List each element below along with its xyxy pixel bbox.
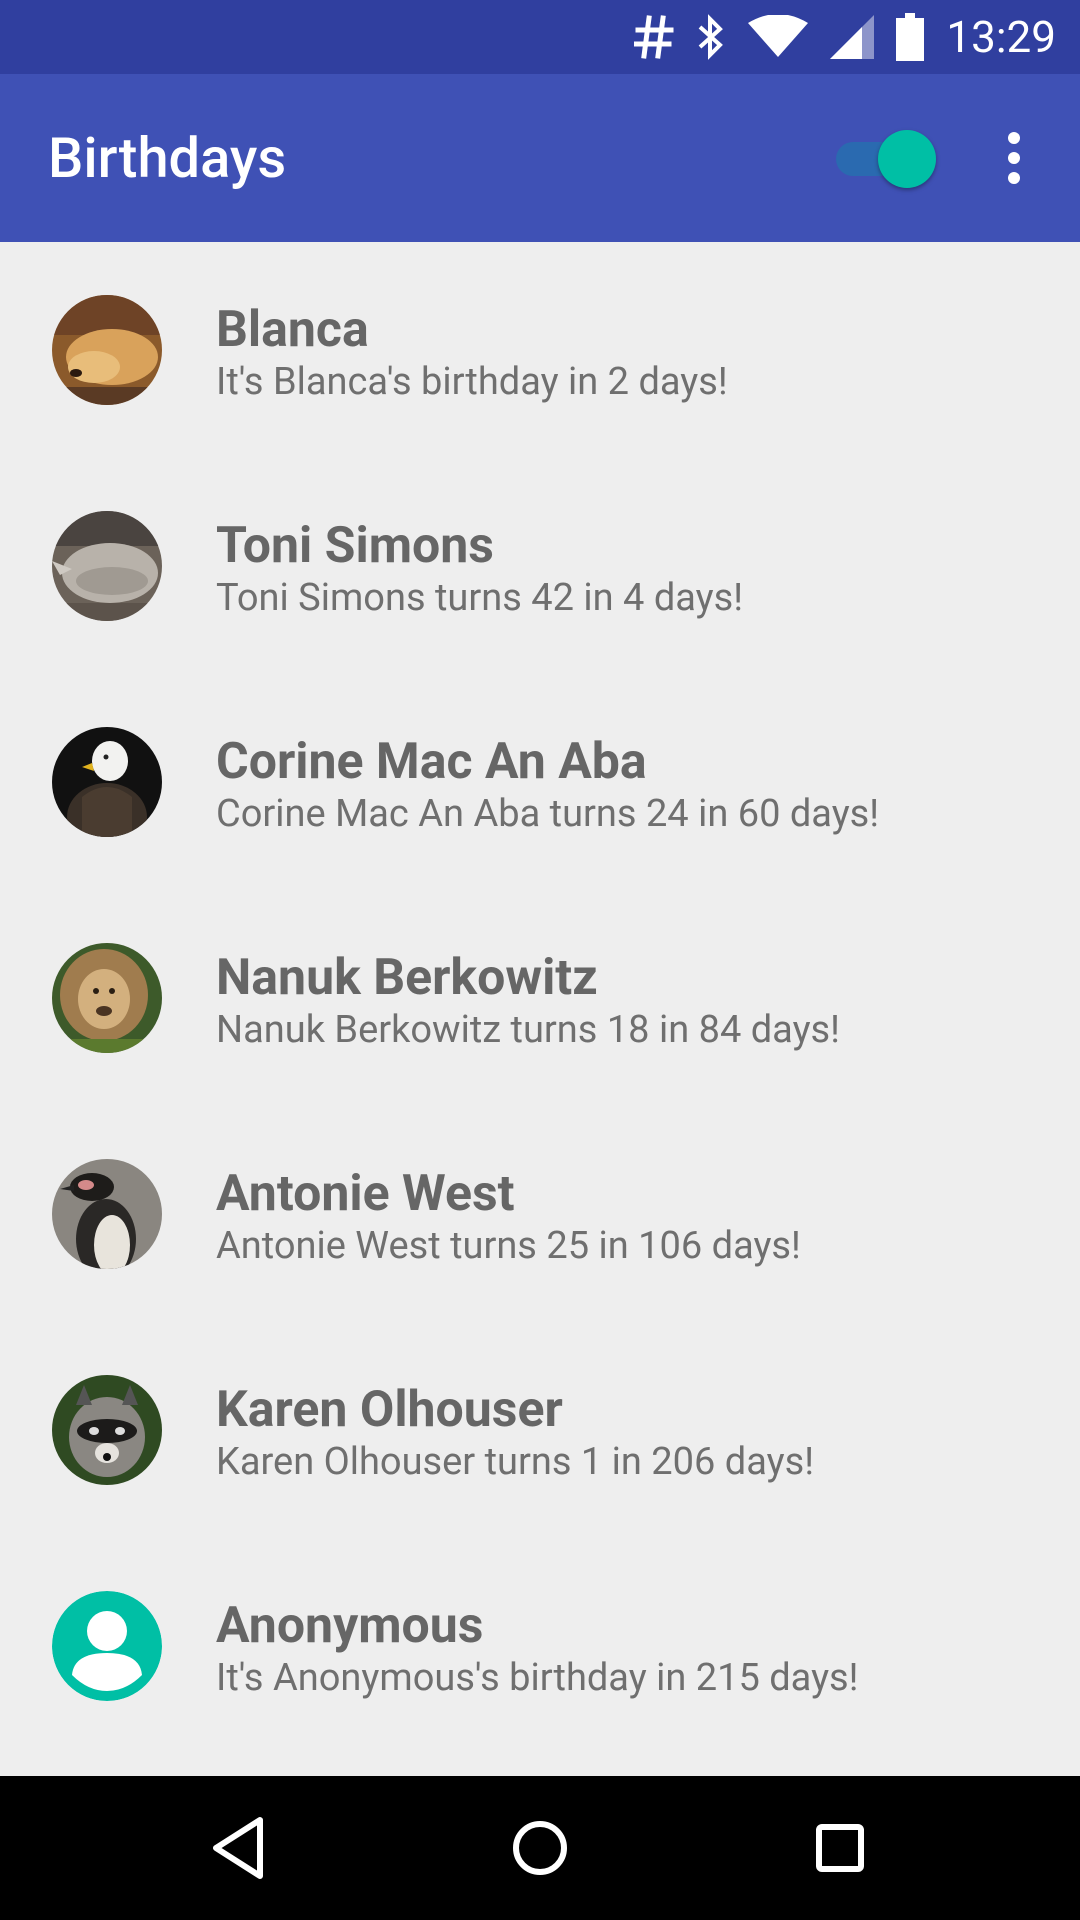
- more-vert-icon[interactable]: [996, 130, 1032, 186]
- raccoon-photo: [52, 1375, 162, 1485]
- app-bar: Birthdays: [0, 74, 1080, 242]
- birthday-message: It's Anonymous's birthday in 215 days!: [216, 1656, 859, 1700]
- avatar: [52, 1375, 162, 1485]
- list-item[interactable]: Toni Simons Toni Simons turns 42 in 4 da…: [0, 458, 1080, 674]
- cell-signal-icon: [830, 15, 875, 59]
- list-item[interactable]: Blanca It's Blanca's birthday in 2 days!: [0, 242, 1080, 458]
- rhino-photo: [52, 511, 162, 621]
- avatar: [52, 295, 162, 405]
- penguin-photo: [52, 1159, 162, 1269]
- status-bar: 13:29: [0, 0, 1080, 74]
- birthday-message: Corine Mac An Aba turns 24 in 60 days!: [216, 792, 880, 836]
- birthday-message: Nanuk Berkowitz turns 18 in 84 days!: [216, 1008, 840, 1052]
- avatar: [52, 727, 162, 837]
- list-item[interactable]: Anonymous It's Anonymous's birthday in 2…: [0, 1538, 1080, 1754]
- bluetooth-icon: [696, 14, 726, 60]
- master-switch[interactable]: [832, 128, 936, 188]
- switch-thumb: [878, 130, 936, 188]
- avatar: [52, 1159, 162, 1269]
- list-item[interactable]: Antonie West Antonie West turns 25 in 10…: [0, 1106, 1080, 1322]
- person-name: Nanuk Berkowitz: [216, 949, 598, 1007]
- recents-icon[interactable]: [804, 1812, 876, 1884]
- person-name: Karen Olhouser: [216, 1381, 563, 1439]
- hash-icon: [634, 14, 674, 60]
- avatar: [52, 1591, 162, 1701]
- list-item[interactable]: Karen Olhouser Karen Olhouser turns 1 in…: [0, 1322, 1080, 1538]
- wifi-icon: [748, 15, 809, 59]
- clock: 13:29: [946, 11, 1056, 63]
- person-name: Antonie West: [216, 1165, 515, 1223]
- page-title: Birthdays: [48, 125, 287, 191]
- eagle-photo: [52, 727, 162, 837]
- person-name: Blanca: [216, 301, 369, 359]
- navigation-bar: [0, 1776, 1080, 1920]
- list-item[interactable]: Corine Mac An Aba Corine Mac An Aba turn…: [0, 674, 1080, 890]
- home-icon[interactable]: [504, 1812, 576, 1884]
- default-person-icon: [52, 1591, 162, 1701]
- battery-icon: [896, 13, 925, 61]
- avatar: [52, 943, 162, 1053]
- birthday-message: Toni Simons turns 42 in 4 days!: [216, 576, 744, 620]
- back-icon[interactable]: [204, 1812, 276, 1884]
- birthday-message: Karen Olhouser turns 1 in 206 days!: [216, 1440, 815, 1484]
- lion-photo: [52, 943, 162, 1053]
- person-name: Toni Simons: [216, 517, 494, 575]
- list-item[interactable]: Nanuk Berkowitz Nanuk Berkowitz turns 18…: [0, 890, 1080, 1106]
- person-name: Anonymous: [216, 1597, 484, 1655]
- status-icons: 13:29: [634, 0, 1056, 74]
- person-name: Corine Mac An Aba: [216, 733, 647, 791]
- birthday-list: Blanca It's Blanca's birthday in 2 days!…: [0, 242, 1080, 1754]
- birthday-message: It's Blanca's birthday in 2 days!: [216, 360, 728, 404]
- birthday-message: Antonie West turns 25 in 106 days!: [216, 1224, 801, 1268]
- avatar: [52, 511, 162, 621]
- dog-photo: [52, 295, 162, 405]
